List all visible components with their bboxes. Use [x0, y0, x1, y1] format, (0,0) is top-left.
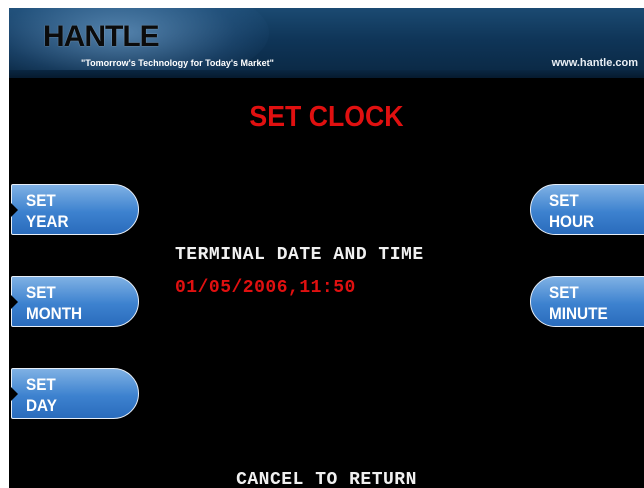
website-url: www.hantle.com — [551, 57, 638, 69]
terminal-datetime-heading: TERMINAL DATE AND TIME — [175, 245, 424, 265]
terminal-datetime-value: 01/05/2006,11:50 — [175, 278, 356, 298]
set-day-button[interactable]: SET DAY — [11, 368, 139, 419]
set-day-label: SET DAY — [26, 375, 57, 415]
set-month-button[interactable]: SET MONTH — [11, 276, 139, 327]
set-year-button[interactable]: SET YEAR — [11, 184, 139, 235]
hantle-logo: HANTLE — [43, 20, 160, 53]
set-year-label: SET YEAR — [26, 191, 69, 231]
set-minute-button[interactable]: SET MINUTE — [530, 276, 644, 327]
set-hour-button[interactable]: SET HOUR — [530, 184, 644, 235]
set-hour-label: SET HOUR — [549, 191, 595, 231]
banner-bottom-strip — [9, 70, 644, 78]
header-banner: HANTLE "Tomorrow's Technology for Today'… — [9, 8, 644, 78]
atm-screen: HANTLE "Tomorrow's Technology for Today'… — [9, 8, 644, 488]
cancel-instruction: CANCEL TO RETURN — [236, 470, 417, 488]
tagline: "Tomorrow's Technology for Today's Marke… — [81, 58, 274, 68]
button-notch — [11, 295, 18, 309]
button-notch — [11, 203, 18, 217]
button-notch — [11, 387, 18, 401]
page-title: SET CLOCK — [249, 101, 404, 133]
set-minute-label: SET MINUTE — [549, 283, 608, 323]
set-month-label: SET MONTH — [26, 283, 83, 323]
